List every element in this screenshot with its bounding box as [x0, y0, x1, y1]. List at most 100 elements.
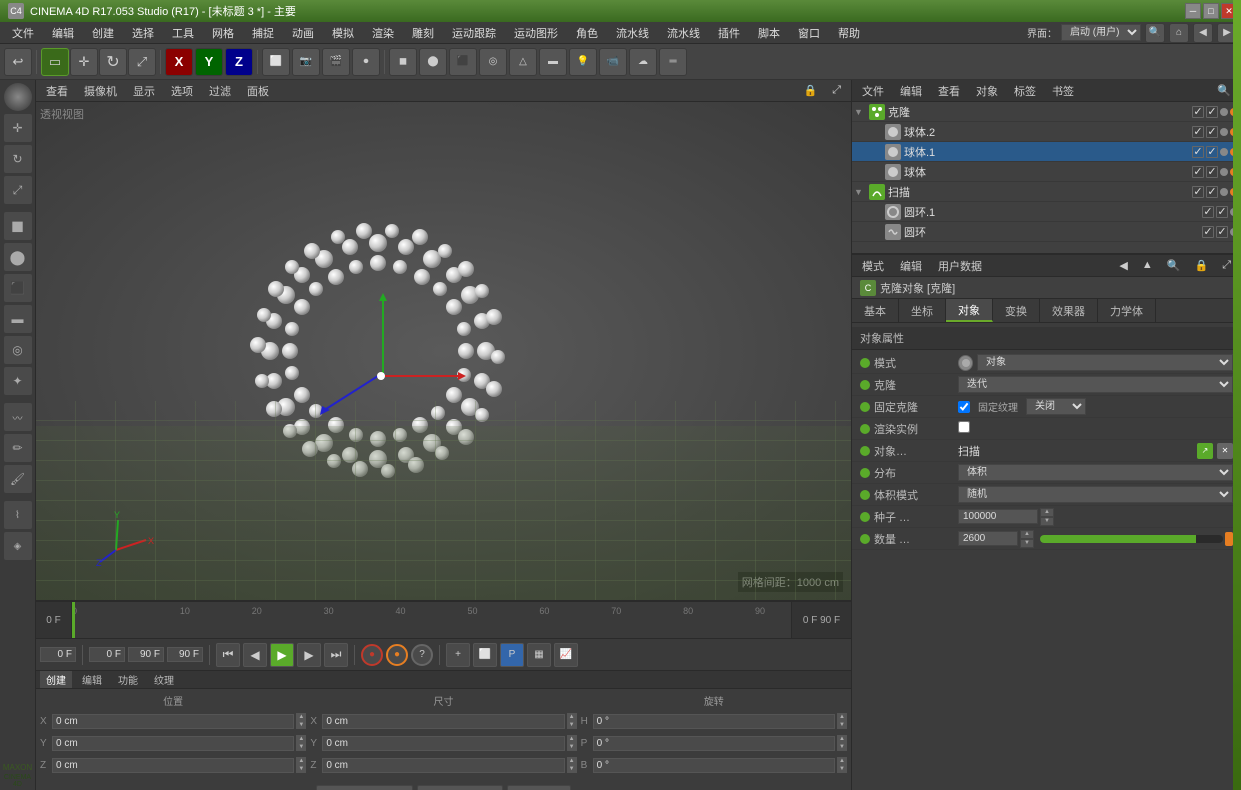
om-vis-sphere1[interactable]: ✓ — [1192, 146, 1204, 158]
menu-edit[interactable]: 编辑 — [44, 23, 82, 43]
om-render-sphere[interactable]: ✓ — [1206, 166, 1218, 178]
viewport-canvas[interactable]: 透视视图 网格间距：1000 cm — [36, 102, 851, 600]
tool-cube[interactable]: ◼ — [3, 211, 33, 241]
sky-tool[interactable]: ☁ — [629, 48, 657, 76]
menu-mograph[interactable]: 运动图形 — [506, 23, 566, 43]
rot-h-input[interactable] — [593, 714, 835, 729]
tr-tab-edit[interactable]: 编辑 — [76, 671, 108, 688]
menu-plugins[interactable]: 插件 — [710, 23, 748, 43]
om-edit[interactable]: 编辑 — [894, 82, 928, 100]
scale-button[interactable]: ⤢ — [128, 48, 156, 76]
pos-x-input[interactable] — [52, 714, 294, 729]
pos-x-down[interactable]: ▼ — [296, 721, 306, 729]
vt-lock[interactable]: 🔒 — [797, 83, 823, 98]
rot-p-input[interactable] — [593, 736, 835, 751]
rot-h-up[interactable]: ▲ — [837, 713, 847, 721]
size-y-stepper[interactable]: ▲ ▼ — [567, 735, 577, 751]
timeline-track[interactable]: 0 10 20 30 40 50 60 70 80 90 — [72, 602, 791, 638]
tool-spline[interactable]: 〰 — [3, 402, 33, 432]
pos-y-stepper[interactable]: ▲ ▼ — [296, 735, 306, 751]
om-render-sphere1[interactable]: ✓ — [1206, 146, 1218, 158]
tool-scale2[interactable]: ⤢ — [3, 175, 33, 205]
rot-b-down[interactable]: ▼ — [837, 765, 847, 773]
anim-record[interactable]: ⏺ — [352, 48, 380, 76]
rect-select-button[interactable]: ▭ — [41, 48, 69, 76]
pt-edit[interactable]: 编辑 — [894, 257, 928, 275]
camera-tool[interactable]: 📷 — [292, 48, 320, 76]
interface-select[interactable]: 启动 (用户) — [1061, 24, 1141, 41]
pos-y-input[interactable] — [52, 736, 294, 751]
menu-snap[interactable]: 捕捉 — [244, 23, 282, 43]
tool-deformer[interactable]: ⌇ — [3, 500, 33, 530]
count-down[interactable]: ▼ — [1020, 539, 1034, 548]
tool-torus[interactable]: ◎ — [3, 335, 33, 365]
object-link-button[interactable]: ↗ — [1197, 443, 1213, 459]
menu-help[interactable]: 帮助 — [830, 23, 868, 43]
end-frame-input[interactable] — [128, 647, 164, 662]
seed-input[interactable] — [958, 509, 1038, 524]
om-row-sweep[interactable]: ▼ 扫描 ✓ ✓ — [852, 182, 1241, 202]
menu-render[interactable]: 渲染 — [364, 23, 402, 43]
menu-window[interactable]: 窗口 — [790, 23, 828, 43]
play-button[interactable]: ▶ — [270, 643, 294, 667]
question-button[interactable]: ? — [411, 644, 433, 666]
maximize-button[interactable]: □ — [1203, 3, 1219, 19]
om-render-sweep[interactable]: ✓ — [1206, 186, 1218, 198]
absolute-size-button[interactable]: 绝对尺寸 — [417, 785, 503, 790]
seed-down[interactable]: ▼ — [1040, 517, 1054, 526]
object-clear-button[interactable]: ✕ — [1217, 443, 1233, 459]
record-button[interactable]: ● — [361, 644, 383, 666]
om-row-torus[interactable]: 圆环 ✓ ✓ — [852, 222, 1241, 242]
prev-frame-button[interactable]: ◀ — [243, 643, 267, 667]
tr-tab-function[interactable]: 功能 — [112, 671, 144, 688]
size-z-input[interactable] — [322, 758, 564, 773]
current-frame-input[interactable] — [89, 647, 125, 662]
fixed-texture-select[interactable]: 关闭 — [1026, 398, 1086, 415]
sphere-primitive[interactable]: ⬤ — [419, 48, 447, 76]
pos-y-up[interactable]: ▲ — [296, 735, 306, 743]
rotate-button[interactable]: ↻ — [99, 48, 127, 76]
menu-file[interactable]: 文件 — [4, 23, 42, 43]
light-tool[interactable]: 💡 — [569, 48, 597, 76]
size-y-input[interactable] — [322, 736, 564, 751]
pos-x-up[interactable]: ▲ — [296, 713, 306, 721]
menu-character[interactable]: 角色 — [568, 23, 606, 43]
pt-search[interactable]: 🔍 — [1161, 258, 1187, 273]
jump-end-button[interactable]: ⏭ — [324, 643, 348, 667]
om-vis-clone[interactable]: ✓ — [1192, 106, 1204, 118]
size-x-stepper[interactable]: ▲ ▼ — [567, 713, 577, 729]
count-input[interactable] — [958, 531, 1018, 546]
tool-rotate2[interactable]: ↻ — [3, 144, 33, 174]
nav-back-button[interactable]: ◀ — [1193, 23, 1213, 43]
size-z-stepper[interactable]: ▲ ▼ — [567, 757, 577, 773]
menu-select[interactable]: 选择 — [124, 23, 162, 43]
om-row-sphere2[interactable]: 球体.2 ✓ ✓ — [852, 122, 1241, 142]
apply-button[interactable]: 应用 — [507, 785, 571, 790]
pos-y-down[interactable]: ▼ — [296, 743, 306, 751]
seed-up[interactable]: ▲ — [1040, 508, 1054, 517]
vt-view[interactable]: 查看 — [40, 82, 74, 100]
camera-create[interactable]: 📹 — [599, 48, 627, 76]
menu-simulate[interactable]: 模拟 — [324, 23, 362, 43]
om-render-sphere2[interactable]: ✓ — [1206, 126, 1218, 138]
om-vis-sweep[interactable]: ✓ — [1192, 186, 1204, 198]
tool-light[interactable]: ✦ — [3, 366, 33, 396]
auto-key-button[interactable]: ● — [386, 644, 408, 666]
tool-plane[interactable]: ▬ — [3, 304, 33, 334]
menu-sculpt[interactable]: 雕刻 — [404, 23, 442, 43]
tool-generator[interactable]: ◈ — [3, 531, 33, 561]
undo-button[interactable]: ↩ — [4, 48, 32, 76]
render-preview[interactable]: 🎬 — [322, 48, 350, 76]
om-row-sphere[interactable]: 球体 ✓ ✓ — [852, 162, 1241, 182]
rot-p-down[interactable]: ▼ — [837, 743, 847, 751]
floor-tool[interactable]: ═ — [659, 48, 687, 76]
add-key-button[interactable]: + — [446, 643, 470, 667]
om-vis-torus[interactable]: ✓ — [1202, 226, 1214, 238]
vt-options[interactable]: 选项 — [165, 82, 199, 100]
prop-tab-transform[interactable]: 变换 — [993, 299, 1040, 322]
om-vis-sphere2[interactable]: ✓ — [1192, 126, 1204, 138]
search-button[interactable]: 🔍 — [1145, 23, 1165, 43]
jump-start-button[interactable]: ⏮ — [216, 643, 240, 667]
rot-h-stepper[interactable]: ▲ ▼ — [837, 713, 847, 729]
rot-b-stepper[interactable]: ▲ ▼ — [837, 757, 847, 773]
